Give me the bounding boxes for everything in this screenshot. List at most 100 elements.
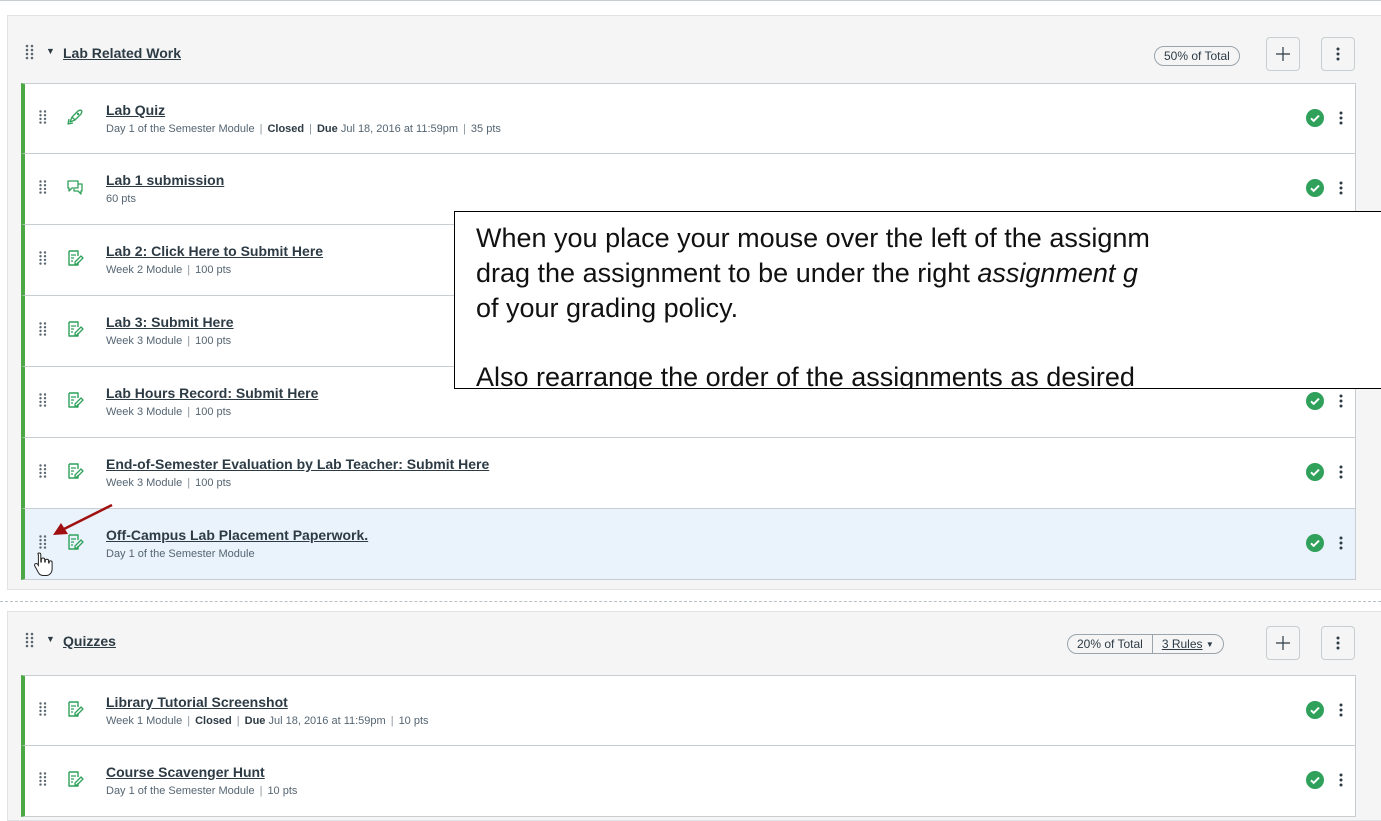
add-assignment-button[interactable] <box>1266 626 1300 660</box>
meta-value: Week 2 Module <box>106 264 183 276</box>
meta-label: Closed <box>267 123 305 135</box>
meta-value: 10 pts <box>267 785 298 797</box>
caret-down-icon[interactable]: ▼ <box>46 46 55 56</box>
discussion-icon <box>66 178 84 196</box>
published-check-icon[interactable] <box>1306 534 1324 552</box>
chevron-down-icon: ▼ <box>1205 639 1214 649</box>
plus-icon <box>1276 47 1290 61</box>
callout-line-4: Also rearrange the order of the assignme… <box>476 362 1135 389</box>
meta-separator: | <box>187 715 191 727</box>
assignment-icon <box>66 770 84 788</box>
kebab-menu-icon[interactable] <box>1337 109 1345 127</box>
group-menu-button[interactable] <box>1321 37 1355 71</box>
assignment-meta: Day 1 of the Semester Module <box>106 548 255 560</box>
group-weight-badge: 20% of Total 3 Rules ▼ <box>1067 634 1224 654</box>
assignment-title-link[interactable]: Lab 3: Submit Here <box>106 314 234 330</box>
kebab-menu-icon[interactable] <box>1337 701 1345 719</box>
assignment-row[interactable]: Course Scavenger Hunt Day 1 of the Semest… <box>21 746 1356 817</box>
assignment-meta: Week 3 Module | 100 pts <box>106 477 231 489</box>
drag-handle-icon[interactable] <box>25 44 35 60</box>
group-divider <box>0 601 1381 602</box>
meta-value: Jul 18, 2016 at 11:59pm <box>265 715 386 727</box>
group-title[interactable]: Lab Related Work <box>63 45 181 61</box>
published-check-icon[interactable] <box>1306 771 1324 789</box>
published-check-icon[interactable] <box>1306 392 1324 410</box>
meta-value: 35 pts <box>470 123 501 135</box>
plus-icon <box>1276 636 1290 650</box>
drag-handle-icon[interactable] <box>39 393 47 407</box>
assignment-row[interactable]: Off-Campus Lab Placement Paperwork. Day 1… <box>21 509 1356 580</box>
drag-handle-icon[interactable] <box>39 322 47 336</box>
drag-handle-icon[interactable] <box>39 180 47 194</box>
meta-value: Day 1 of the Semester Module <box>106 785 255 797</box>
meta-separator: | <box>187 335 191 347</box>
assignment-meta: Week 2 Module | 100 pts <box>106 264 231 276</box>
assignment-title-link[interactable]: Lab 1 submission <box>106 172 224 188</box>
red-arrow-icon <box>53 503 113 535</box>
meta-value: 10 pts <box>398 715 429 727</box>
assignment-title-link[interactable]: Library Tutorial Screenshot <box>106 694 288 710</box>
meta-value: Week 3 Module <box>106 477 183 489</box>
group-header: ▼ Lab Related Work 50% of Total <box>8 16 1381 90</box>
drag-handle-icon[interactable] <box>39 772 47 786</box>
assignment-meta: Week 1 Module | Closed | Due Jul 18, 2016 at… <box>106 715 429 727</box>
meta-value: 100 pts <box>195 477 232 489</box>
group-title[interactable]: Quizzes <box>63 633 116 649</box>
assignment-meta: Day 1 of the Semester Module | 10 pts <box>106 785 297 797</box>
published-check-icon[interactable] <box>1306 179 1324 197</box>
assignment-title-link[interactable]: Lab 2: Click Here to Submit Here <box>106 243 323 259</box>
drag-handle-icon[interactable] <box>39 464 47 478</box>
hand-cursor-icon <box>34 552 53 576</box>
meta-separator: | <box>187 264 191 276</box>
kebab-menu-icon <box>1336 636 1340 650</box>
meta-value: Week 3 Module <box>106 406 183 418</box>
rocket-quiz-icon <box>66 108 84 126</box>
drag-handle-icon[interactable] <box>39 702 47 716</box>
meta-separator: | <box>236 715 240 727</box>
assignment-title-link[interactable]: Lab Hours Record: Submit Here <box>106 385 318 401</box>
assignment-row[interactable]: Lab Quiz Day 1 of the Semester Module | Clo… <box>21 83 1356 154</box>
meta-value: 60 pts <box>106 193 136 205</box>
drag-handle-icon[interactable] <box>39 110 47 124</box>
meta-value: 100 pts <box>195 264 232 276</box>
meta-value: 100 pts <box>195 335 232 347</box>
rules-dropdown[interactable]: 3 Rules ▼ <box>1151 635 1223 653</box>
kebab-menu-icon[interactable] <box>1337 534 1345 552</box>
assignments-page: ▼ Lab Related Work 50% of Total Lab Quiz… <box>0 0 1381 821</box>
assignment-icon <box>66 462 84 480</box>
published-check-icon[interactable] <box>1306 701 1324 719</box>
kebab-menu-icon[interactable] <box>1337 392 1345 410</box>
add-assignment-button[interactable] <box>1266 37 1300 71</box>
meta-value: Week 1 Module <box>106 715 183 727</box>
published-check-icon[interactable] <box>1306 109 1324 127</box>
kebab-menu-icon[interactable] <box>1337 771 1345 789</box>
assignment-title-link[interactable]: End-of-Semester Evaluation by Lab Teache… <box>106 456 489 472</box>
meta-value: Day 1 of the Semester Module <box>106 123 255 135</box>
assignment-meta: Week 3 Module | 100 pts <box>106 335 231 347</box>
callout-line-2: drag the assignment to be under the righ… <box>476 258 1138 288</box>
assignment-icon <box>66 249 84 267</box>
assignment-title-link[interactable]: Lab Quiz <box>106 102 165 118</box>
caret-down-icon[interactable]: ▼ <box>46 634 55 644</box>
drag-handle-icon[interactable] <box>25 632 35 648</box>
assignment-meta: Day 1 of the Semester Module | Closed | Due … <box>106 123 501 135</box>
kebab-menu-icon <box>1336 47 1340 61</box>
assignment-row[interactable]: Library Tutorial Screenshot Week 1 Module… <box>21 675 1356 746</box>
callout-line-3: of your grading policy. <box>476 293 739 323</box>
group-weight-text: 20% of Total <box>1077 637 1143 651</box>
assignment-title-link[interactable]: Course Scavenger Hunt <box>106 764 265 780</box>
drag-handle-icon[interactable] <box>39 251 47 265</box>
assignment-title-link[interactable]: Off-Campus Lab Placement Paperwork. <box>106 527 368 543</box>
published-check-icon[interactable] <box>1306 463 1324 481</box>
assignment-icon <box>66 391 84 409</box>
meta-separator: | <box>187 477 191 489</box>
meta-value: Jul 18, 2016 at 11:59pm <box>337 123 459 135</box>
meta-label: Due <box>244 715 266 727</box>
drag-handle-icon[interactable] <box>39 535 47 549</box>
assignment-meta: 60 pts <box>106 193 136 205</box>
meta-separator: | <box>259 123 263 135</box>
kebab-menu-icon[interactable] <box>1337 179 1345 197</box>
kebab-menu-icon[interactable] <box>1337 463 1345 481</box>
assignment-row[interactable]: End-of-Semester Evaluation by Lab Teache… <box>21 438 1356 509</box>
group-menu-button[interactable] <box>1321 626 1355 660</box>
